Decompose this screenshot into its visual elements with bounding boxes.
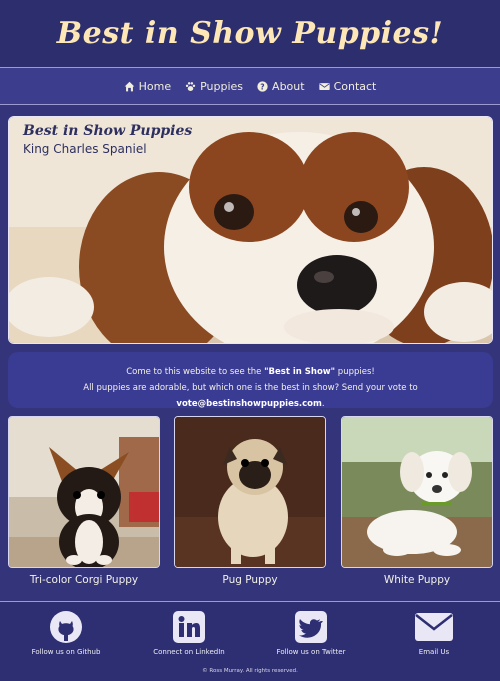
question-circle-icon: ?: [257, 80, 268, 92]
puppy-caption-corgi: Tri-color Corgi Puppy: [29, 574, 139, 586]
puppy-caption-white: White Puppy: [383, 574, 451, 586]
main-nav: Home Puppies ? About Contact: [0, 68, 500, 105]
puppy-caption-pug: Pug Puppy: [222, 574, 278, 586]
copyright-text: © Ross Murray. All rights reserved.: [202, 668, 298, 674]
github-icon: [50, 611, 82, 643]
linkedin-icon: [173, 611, 205, 643]
footer-twitter-link[interactable]: Follow us on Twitter: [251, 610, 371, 656]
footer-linkedin-label: Connect on LinkedIn: [153, 648, 225, 656]
nav-puppies-label: Puppies: [200, 79, 244, 93]
nav-home[interactable]: Home: [124, 80, 171, 93]
nav-home-label: Home: [138, 79, 172, 93]
nav-contact-label: Contact: [333, 79, 377, 93]
intro-line-1-text: Come to this website to see the: [126, 367, 265, 377]
nav-puppies[interactable]: Puppies: [185, 80, 243, 93]
footer-linkedin-link[interactable]: Connect on LinkedIn: [129, 610, 249, 656]
hero-banner: Best in Show Puppies King Charles Spanie…: [8, 116, 493, 344]
intro-line-1: Come to this website to see the "Best in…: [8, 364, 493, 380]
svg-text:?: ?: [260, 82, 264, 91]
white-puppy-photo: [341, 416, 493, 568]
hero-title: Best in Show Puppies: [23, 123, 193, 139]
footer-github-link[interactable]: Follow us on Github: [6, 610, 126, 656]
envelope-icon: [415, 613, 453, 641]
home-icon: [124, 81, 134, 91]
vote-email-link[interactable]: vote@bestinshowpuppies.com: [176, 399, 321, 409]
twitter-icon: [295, 611, 327, 643]
intro-line-2: All puppies are adorable, but which one …: [8, 380, 493, 412]
pug-photo: [174, 416, 326, 568]
footer-email-label: Email Us: [418, 648, 450, 656]
intro-line-1-end: puppies!: [335, 367, 375, 377]
puppy-card-white[interactable]: White Puppy: [341, 416, 493, 586]
site-title: Best in Show Puppies!: [56, 16, 444, 51]
intro-line-2-text: All puppies are adorable, but which one …: [83, 383, 418, 393]
site-footer: Follow us on Github Connect on LinkedIn …: [0, 601, 500, 681]
nav-about-label: About: [272, 79, 305, 93]
intro-line-2-end: .: [321, 399, 325, 409]
footer-github-label: Follow us on Github: [31, 648, 101, 656]
site-header: Best in Show Puppies!: [0, 0, 500, 68]
intro-panel: Come to this website to see the "Best in…: [8, 352, 493, 409]
puppy-card-pug[interactable]: Pug Puppy: [174, 416, 326, 586]
paw-icon: [185, 81, 196, 91]
nav-contact[interactable]: Contact: [318, 79, 377, 93]
puppy-card-corgi[interactable]: Tri-color Corgi Puppy: [8, 416, 160, 586]
footer-twitter-label: Follow us on Twitter: [276, 648, 346, 656]
corgi-photo: [8, 416, 160, 568]
envelope-icon: [318, 82, 330, 90]
footer-email-link[interactable]: Email Us: [374, 610, 494, 656]
best-in-show-highlight: "Best in Show": [264, 367, 336, 377]
nav-about[interactable]: ? About: [257, 80, 305, 93]
hero-subtitle: King Charles Spaniel: [23, 142, 147, 156]
